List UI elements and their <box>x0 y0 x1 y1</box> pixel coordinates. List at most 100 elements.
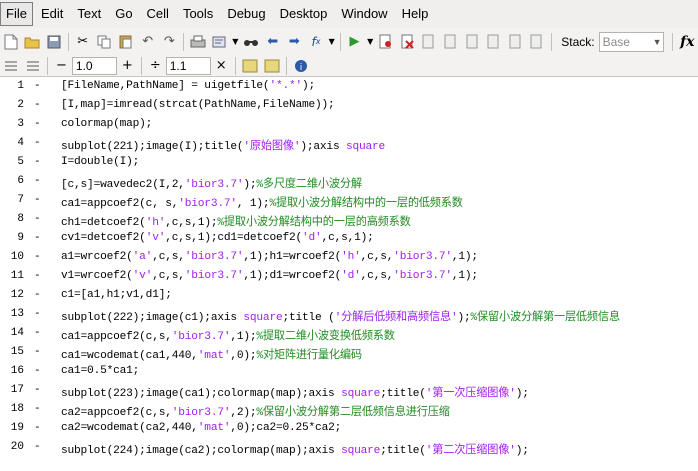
menu-debug[interactable]: Debug <box>221 2 271 26</box>
info-icon[interactable]: i <box>291 56 311 76</box>
cut-icon[interactable]: ✂ <box>73 32 93 52</box>
breakpoint-marker[interactable]: - <box>34 441 41 453</box>
code-line[interactable]: 18- ca2=appcoef2(c,s,'bior3.7',2);%保留小波分解… <box>0 400 698 419</box>
menu-window[interactable]: Window <box>335 2 393 26</box>
dock-icon[interactable] <box>528 32 548 52</box>
code-line[interactable]: 13- subplot(222);image(c1);axis square;ti… <box>0 305 698 324</box>
exit-debug-icon[interactable] <box>506 32 526 52</box>
code-line[interactable]: 4- subplot(221);image(I);title('原始图像');ax… <box>0 134 698 153</box>
code-line[interactable]: 9- cv1=detcoef2('v',c,s,1);cd1=detcoef2('… <box>0 229 698 248</box>
code-line[interactable]: 7- ca1=appcoef2(c, s,'bior3.7', 1);%提取小波分… <box>0 191 698 210</box>
code-line[interactable]: 1- [FileName,PathName] = uigetfile('*.*')… <box>0 77 698 96</box>
menu-file[interactable]: File <box>0 2 33 26</box>
code-text[interactable]: v1=wrcoef2('v',c,s,'bior3.7',1);d1=wrcoe… <box>61 270 478 282</box>
step-in-icon[interactable] <box>441 32 461 52</box>
find-icon[interactable] <box>241 32 261 52</box>
code-text[interactable]: [FileName,PathName] = uigetfile('*.*'); <box>61 80 315 92</box>
code-text[interactable]: ca2=appcoef2(c,s,'bior3.7',2);%保留小波分解第二层… <box>61 403 450 419</box>
code-line[interactable]: 10- a1=wrcoef2('a',c,s,'bior3.7',1);h1=wr… <box>0 248 698 267</box>
show-cell-titles-icon[interactable] <box>240 56 260 76</box>
breakpoint-marker[interactable]: - <box>34 289 41 301</box>
code-text[interactable]: cv1=detcoef2('v',c,s,1);cd1=detcoef2('d'… <box>61 232 374 244</box>
code-line[interactable]: 14- ca1=appcoef2(c,s,'bior3.7',1);%提取二维小波… <box>0 324 698 343</box>
breakpoint-marker[interactable]: - <box>34 251 41 263</box>
open-folder-icon[interactable] <box>23 32 43 52</box>
code-line[interactable]: 15- ca1=wcodemat(ca1,440,'mat',0);%对矩阵进行量… <box>0 343 698 362</box>
code-text[interactable]: subplot(224);image(ca2);colormap(map);ax… <box>61 441 529 457</box>
run-icon[interactable]: ▶ <box>345 32 365 52</box>
code-line[interactable]: 2- [I,map]=imread(strcat(PathName,FileNam… <box>0 96 698 115</box>
divide-button[interactable]: ÷ <box>150 58 161 73</box>
breakpoint-marker[interactable]: - <box>34 175 41 187</box>
breakpoint-marker[interactable]: - <box>34 346 41 358</box>
save-icon[interactable] <box>44 32 64 52</box>
breakpoint-marker[interactable]: - <box>34 308 41 320</box>
code-text[interactable]: subplot(223);image(ca1);colormap(map);ax… <box>61 384 529 400</box>
decrement-button[interactable]: − <box>56 58 67 73</box>
hide-cell-titles-icon[interactable] <box>262 56 282 76</box>
menu-text[interactable]: Text <box>71 2 107 26</box>
set-breakpoint-icon[interactable] <box>376 32 396 52</box>
breakpoint-marker[interactable]: - <box>34 156 41 168</box>
breakpoint-marker[interactable]: - <box>34 327 41 339</box>
menu-desktop[interactable]: Desktop <box>274 2 334 26</box>
breakpoint-marker[interactable]: - <box>34 422 41 434</box>
menu-edit[interactable]: Edit <box>35 2 69 26</box>
code-text[interactable]: subplot(222);image(c1);axis square;title… <box>61 308 620 324</box>
back-icon[interactable]: ⬅ <box>263 32 283 52</box>
forward-icon[interactable]: ➡ <box>285 32 305 52</box>
code-text[interactable]: I=double(I); <box>61 156 139 168</box>
code-line[interactable]: 3- colormap(map); <box>0 115 698 134</box>
breakpoint-marker[interactable]: - <box>34 232 41 244</box>
undo-icon[interactable]: ↶ <box>138 32 158 52</box>
continue-icon[interactable] <box>484 32 504 52</box>
multiply-button[interactable]: × <box>216 58 227 73</box>
code-text[interactable]: colormap(map); <box>61 118 152 130</box>
code-text[interactable]: ca2=wcodemat(ca2,440,'mat',0);ca2=0.25*c… <box>61 422 341 434</box>
decrement-value-input[interactable]: 1.0 <box>71 56 117 75</box>
code-line[interactable]: 17- subplot(223);image(ca1);colormap(map)… <box>0 381 698 400</box>
paste-icon[interactable] <box>116 32 136 52</box>
code-line[interactable]: 19- ca2=wcodemat(ca2,440,'mat',0);ca2=0.2… <box>0 419 698 438</box>
publish-icon[interactable] <box>210 32 230 52</box>
insert-cell-icon[interactable] <box>1 56 21 76</box>
code-text[interactable]: a1=wrcoef2('a',c,s,'bior3.7',1);h1=wrcoe… <box>61 251 478 263</box>
code-text[interactable]: ca1=0.5*ca1; <box>61 365 139 377</box>
code-line[interactable]: 12- c1=[a1,h1;v1,d1]; <box>0 286 698 305</box>
code-line[interactable]: 11- v1=wrcoef2('v',c,s,'bior3.7',1);d1=wr… <box>0 267 698 286</box>
code-text[interactable]: c1=[a1,h1;v1,d1]; <box>61 289 172 301</box>
fx-icon[interactable]: fx <box>677 32 697 52</box>
function-browser-icon[interactable]: fx <box>306 32 326 52</box>
menu-go[interactable]: Go <box>109 2 138 26</box>
menu-tools[interactable]: Tools <box>177 2 219 26</box>
code-editor[interactable]: 1- [FileName,PathName] = uigetfile('*.*')… <box>0 77 698 471</box>
code-text[interactable]: ca1=appcoef2(c,s,'bior3.7',1);%提取二维小波变换低… <box>61 327 395 343</box>
breakpoint-marker[interactable]: - <box>34 137 41 149</box>
code-text[interactable]: [I,map]=imread(strcat(PathName,FileName)… <box>61 99 335 111</box>
step-icon[interactable] <box>419 32 439 52</box>
code-text[interactable]: [c,s]=wavedec2(I,2,'bior3.7');%多尺度二维小波分解 <box>61 175 362 191</box>
breakpoint-marker[interactable]: - <box>34 99 41 111</box>
breakpoint-marker[interactable]: - <box>34 384 41 396</box>
breakpoint-marker[interactable]: - <box>34 270 41 282</box>
increment-button[interactable]: + <box>122 58 133 73</box>
dropdown-arrow-icon[interactable]: ▼ <box>231 32 239 52</box>
code-line[interactable]: 6- [c,s]=wavedec2(I,2,'bior3.7');%多尺度二维小波… <box>0 172 698 191</box>
stack-dropdown[interactable]: Base ▼ <box>598 31 665 52</box>
divide-value-input[interactable]: 1.1 <box>165 56 211 75</box>
dropdown-arrow-icon[interactable]: ▼ <box>366 32 374 52</box>
breakpoint-marker[interactable]: - <box>34 194 41 206</box>
redo-icon[interactable]: ↷ <box>159 32 179 52</box>
step-out-icon[interactable] <box>463 32 483 52</box>
dropdown-arrow-icon[interactable]: ▼ <box>328 32 336 52</box>
code-line[interactable]: 5- I=double(I); <box>0 153 698 172</box>
print-icon[interactable] <box>188 32 208 52</box>
code-line[interactable]: 20- subplot(224);image(ca2);colormap(map)… <box>0 438 698 457</box>
code-text[interactable]: ca1=appcoef2(c, s,'bior3.7', 1);%提取小波分解结… <box>61 194 463 210</box>
breakpoint-marker[interactable]: - <box>34 365 41 377</box>
code-text[interactable]: ca1=wcodemat(ca1,440,'mat',0);%对矩阵进行量化编码 <box>61 346 362 362</box>
menu-help[interactable]: Help <box>396 2 435 26</box>
breakpoint-marker[interactable]: - <box>34 403 41 415</box>
copy-icon[interactable] <box>95 32 115 52</box>
code-line[interactable]: 16- ca1=0.5*ca1; <box>0 362 698 381</box>
